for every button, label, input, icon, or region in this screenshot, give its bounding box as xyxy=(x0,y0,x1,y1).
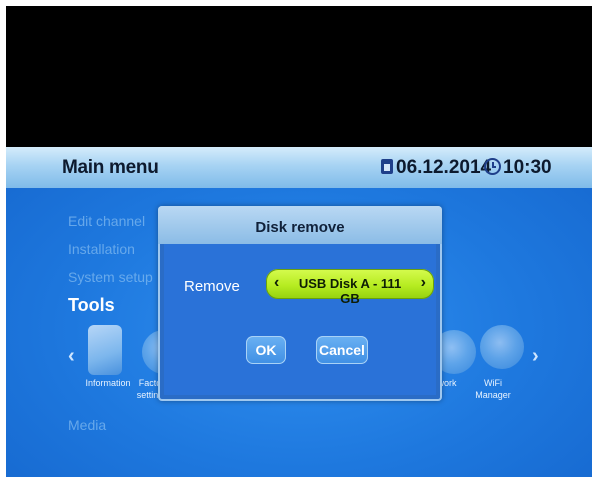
disk-selector-value: USB Disk A - 111 GB xyxy=(298,276,402,306)
calendar-icon xyxy=(381,159,393,174)
information-icon[interactable] xyxy=(88,325,122,375)
carousel-right-arrow[interactable]: › xyxy=(532,345,539,368)
page-title: Main menu xyxy=(62,157,159,178)
carousel-label-information: Information xyxy=(85,378,131,388)
menu-item-system-setup[interactable]: System setup xyxy=(68,269,153,285)
dialog-title: Disk remove xyxy=(255,219,345,236)
chevron-right-icon[interactable]: › xyxy=(421,274,426,292)
menu-item-edit-channel[interactable]: Edit channel xyxy=(68,213,145,229)
clock-icon xyxy=(484,158,501,175)
header-time: 10:30 xyxy=(503,157,552,178)
chevron-left-icon[interactable]: ‹ xyxy=(274,274,279,292)
disk-remove-dialog: Disk remove Remove ‹ USB Disk A - 111 GB… xyxy=(158,206,442,401)
header-date: 06.12.2014 xyxy=(396,157,492,178)
dialog-body: Remove ‹ USB Disk A - 111 GB › OK Cancel xyxy=(164,244,436,395)
tv-screen: Main menu 06.12.2014 10:30 Edit channel … xyxy=(6,6,592,477)
menu-item-media[interactable]: Media xyxy=(68,417,106,433)
cancel-button[interactable]: Cancel xyxy=(316,336,368,364)
wifi-icon[interactable] xyxy=(480,325,524,369)
remove-label: Remove xyxy=(184,278,240,295)
menu-header: Main menu 06.12.2014 10:30 xyxy=(6,147,592,188)
carousel-left-arrow[interactable]: ‹ xyxy=(68,345,75,368)
disk-selector[interactable]: ‹ USB Disk A - 111 GB › xyxy=(266,269,434,306)
ok-button[interactable]: OK xyxy=(246,336,286,364)
menu-item-installation[interactable]: Installation xyxy=(68,241,135,257)
menu-item-tools[interactable]: Tools xyxy=(68,295,115,316)
dialog-title-bar: Disk remove xyxy=(158,206,442,244)
carousel-label-wifi: WiFi Manager xyxy=(475,378,511,400)
